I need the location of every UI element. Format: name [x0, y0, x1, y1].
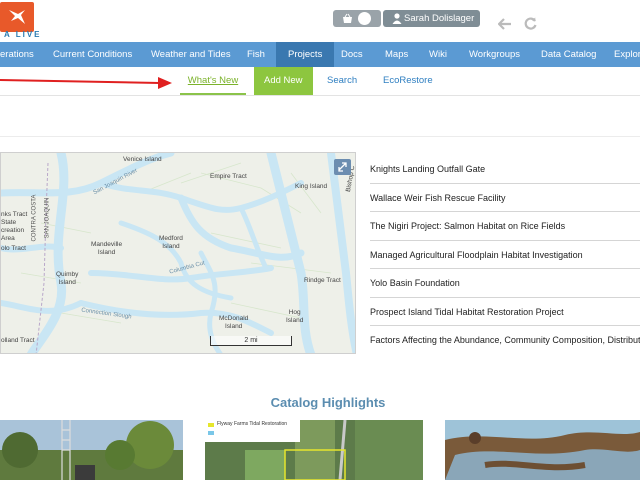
- project-list: Knights Landing Outfall Gate Wallace Wei…: [370, 155, 640, 355]
- section-divider: [0, 136, 640, 137]
- nav-item-wiki[interactable]: Wiki: [429, 42, 447, 67]
- map-label-medford-island: Medford Island: [159, 235, 183, 250]
- map-label-san-joaquin: SAN JOAQUIN: [44, 197, 51, 239]
- nav-item-current-conditions[interactable]: Current Conditions: [53, 42, 132, 67]
- map-label-venice-island: Venice Island: [123, 156, 162, 163]
- project-list-item[interactable]: Wallace Weir Fish Rescue Facility: [370, 184, 640, 212]
- logo[interactable]: [0, 2, 34, 32]
- catalog-thumbnail[interactable]: [0, 420, 183, 480]
- nav-item-projects[interactable]: Projects: [276, 42, 335, 67]
- map-label-hog-island: Hog Island: [286, 309, 304, 324]
- nav-item-operations[interactable]: erations: [0, 42, 34, 67]
- project-list-item[interactable]: The Nigiri Project: Salmon Habitat on Ri…: [370, 212, 640, 241]
- map-label-king-island: King Island: [295, 183, 328, 190]
- bird-logo-icon: [9, 10, 25, 24]
- subnav-whats-new[interactable]: What's New: [180, 67, 246, 95]
- nav-item-data-catalog[interactable]: Data Catalog: [541, 42, 596, 67]
- user-icon: [392, 13, 402, 24]
- expand-icon: [338, 162, 347, 172]
- map-label-empire-tract: Empire Tract: [210, 173, 247, 180]
- subnav-add-new[interactable]: Add New: [254, 67, 313, 95]
- main-nav: erations Current Conditions Weather and …: [0, 42, 640, 67]
- nav-item-docs[interactable]: Docs: [341, 42, 363, 67]
- map-label-quimby-island: Quimby Island: [56, 271, 79, 286]
- map-label-rindge-tract: Rindge Tract: [304, 277, 341, 284]
- toggle-knob: [358, 12, 371, 25]
- subnav-ecorestore[interactable]: EcoRestore: [383, 67, 433, 95]
- catalog-thumbnail[interactable]: Flyway Farms Tidal Restoration: [205, 420, 423, 480]
- catalog-thumbnail-image: [205, 420, 423, 480]
- catalog-thumbnail-image: [0, 420, 183, 480]
- catalog-thumbnail[interactable]: [445, 420, 640, 480]
- nav-item-weather-tides[interactable]: Weather and Tides: [151, 42, 231, 67]
- nav-item-fish[interactable]: Fish: [247, 42, 265, 67]
- project-list-item[interactable]: Prospect Island Tidal Habitat Restoratio…: [370, 298, 640, 326]
- map-label-contra-costa: CONTRA COSTA: [31, 194, 38, 242]
- back-arrow-icon[interactable]: [497, 17, 512, 35]
- history-controls: [497, 17, 545, 35]
- project-list-item[interactable]: Factors Affecting the Abundance, Communi…: [370, 326, 640, 355]
- project-map[interactable]: Venice Island Empire Tract King Island B…: [0, 152, 356, 354]
- nav-item-maps[interactable]: Maps: [385, 42, 408, 67]
- project-list-item[interactable]: Managed Agricultural Floodplain Habitat …: [370, 241, 640, 269]
- map-label-mandeville-island: Mandeville Island: [91, 241, 123, 256]
- catalog-highlights-title: Catalog Highlights: [270, 395, 386, 410]
- map-label-mcdonald-island: McDonald Island: [219, 315, 249, 330]
- basket-toggle[interactable]: [333, 10, 381, 27]
- logo-text: A LIVE: [4, 30, 42, 39]
- project-list-item[interactable]: Yolo Basin Foundation: [370, 269, 640, 298]
- project-list-item[interactable]: Knights Landing Outfall Gate: [370, 155, 640, 184]
- user-menu-button[interactable]: Sarah Dolislager: [383, 10, 480, 27]
- refresh-icon[interactable]: [524, 17, 538, 35]
- map-expand-button[interactable]: [334, 159, 351, 175]
- nav-item-explore[interactable]: Explor: [614, 42, 640, 67]
- catalog-thumbnail-image: [445, 420, 640, 480]
- map-scale-bar: 2 mi: [210, 336, 292, 346]
- map-label-nks-tract: nks Tract State creation Area: [1, 211, 28, 242]
- nav-item-workgroups[interactable]: Workgroups: [469, 42, 520, 67]
- map-label-olland-tract: olland Tract: [1, 337, 35, 344]
- basket-icon: [343, 13, 352, 23]
- subnav-search[interactable]: Search: [327, 67, 357, 95]
- map-label-olo-tract: olo Tract: [1, 245, 26, 252]
- user-name: Sarah Dolislager: [404, 13, 475, 24]
- header: A LIVE Sarah Dolislager: [0, 0, 640, 42]
- annotation-arrow: [0, 77, 172, 89]
- catalog-thumbnail-caption: Flyway Farms Tidal Restoration: [217, 421, 288, 427]
